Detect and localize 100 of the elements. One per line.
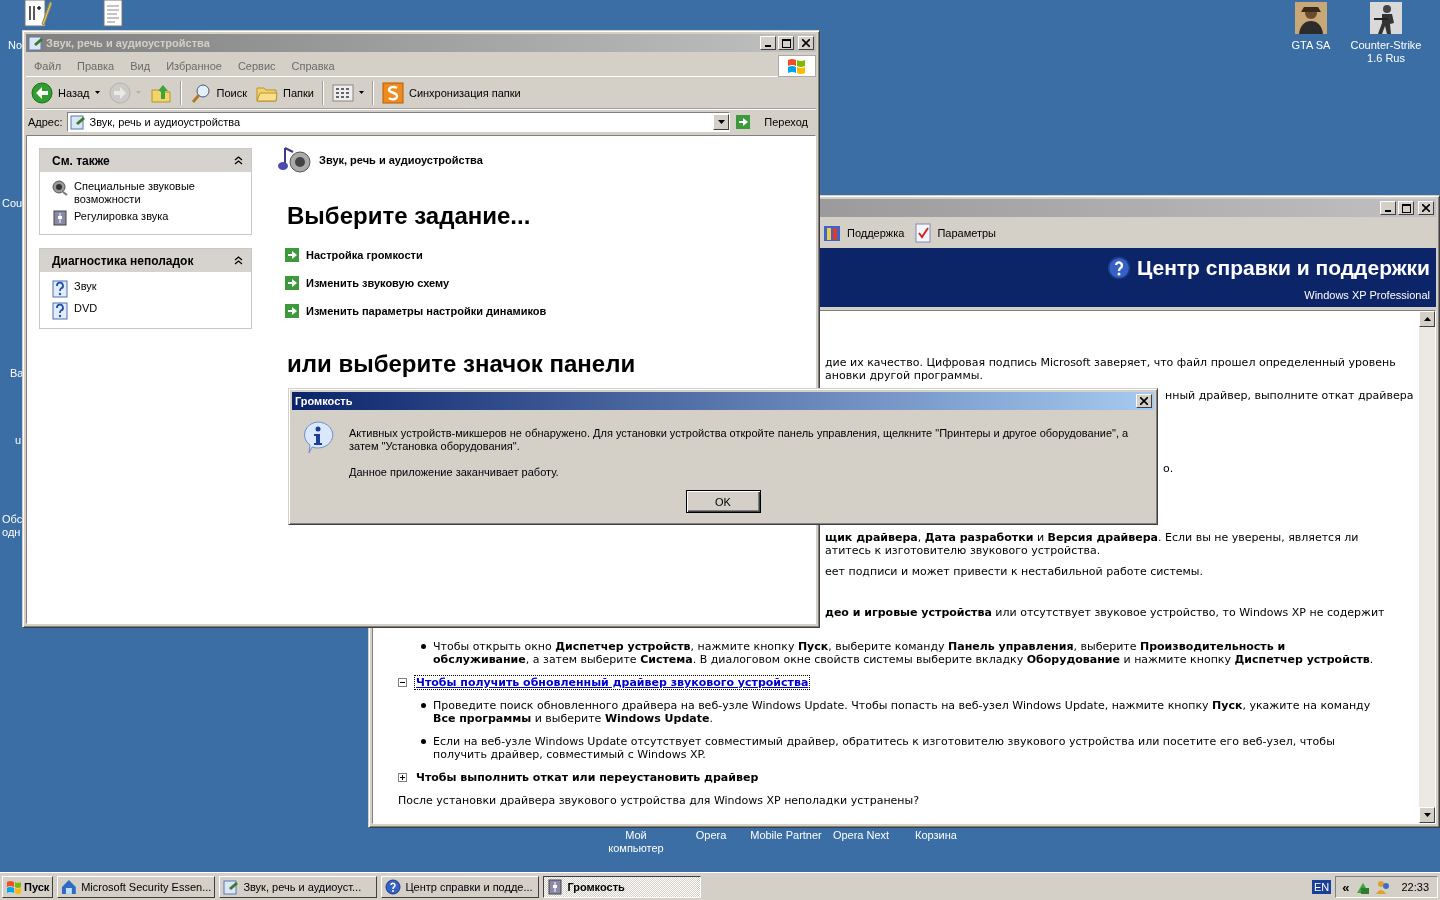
help-text: део и игровые устройства или отсутствует звуковое устройство, то Windows XP не содержит <box>825 606 1386 619</box>
dialog-message: Активных устройств-микшеров не обнаружено. Для установки устройства откройте панель управления, щелкните "Принтеры и другое оборудование", а затем "Установка оборудования". <box>349 427 1130 453</box>
document-pen-icon <box>223 879 240 895</box>
dialog-title: Громкость <box>294 395 354 407</box>
icon-label: компьютер <box>608 842 664 855</box>
panel-title: См. также <box>52 153 110 168</box>
panel-link[interactable]: Специальные звуковые возможности <box>52 180 243 206</box>
task-link[interactable]: Настройка громкости <box>285 248 815 262</box>
menu-item[interactable]: Правка <box>69 59 123 72</box>
icon-label: Opera <box>695 829 727 842</box>
icon-label: Opera Next <box>832 829 890 842</box>
close-button[interactable] <box>1418 201 1434 215</box>
volume-icon <box>547 879 564 895</box>
address-field[interactable]: Звук, речь и аудиоустройства <box>66 112 731 132</box>
document-icon <box>102 0 124 28</box>
panel-link[interactable]: DVD <box>52 302 243 320</box>
help-icon <box>1106 256 1131 280</box>
help-text: о. <box>1163 462 1175 475</box>
icon-label: GTA SA <box>1291 39 1331 52</box>
help-text: нный драйвер, выполните откат драйвера <box>1165 389 1415 402</box>
icon-label: Обс <box>2 513 23 526</box>
close-button[interactable] <box>798 36 814 50</box>
support-button[interactable]: Поддержка <box>822 222 905 243</box>
taskbar-button[interactable]: Громкость <box>543 876 702 898</box>
scroll-down-button[interactable] <box>1419 807 1435 823</box>
address-label: Адрес: <box>28 116 63 128</box>
collapse-icon[interactable] <box>234 256 243 265</box>
collapse-icon[interactable] <box>234 156 243 165</box>
minimize-button[interactable] <box>760 36 776 50</box>
arrow-icon <box>285 304 299 318</box>
back-button[interactable]: Назад <box>28 78 103 107</box>
maximize-button[interactable] <box>1398 201 1414 215</box>
dropdown-button[interactable] <box>713 114 730 130</box>
help-document-icon <box>52 302 68 320</box>
help-text: ановки другой программы. <box>825 369 984 382</box>
banner-subtitle: Windows XP Professional <box>1304 289 1430 301</box>
caret-icon <box>135 91 141 94</box>
tray-expand-button[interactable]: « <box>1340 879 1352 895</box>
panel-link[interactable]: Регулировка звука <box>52 210 243 226</box>
taskbar-button[interactable]: Звук, речь и аудиоуст... <box>219 876 378 898</box>
task-link[interactable]: Изменить параметры настройки динамиков <box>285 304 815 318</box>
close-button[interactable] <box>1136 394 1152 408</box>
expand-icon[interactable] <box>398 773 407 782</box>
section-link[interactable]: Чтобы получить обновленный драйвер звукового устройства <box>415 676 810 689</box>
help-text: еет подписи и может привести к нестабильной работе системы. <box>825 565 1205 578</box>
people-icon[interactable] <box>1375 879 1392 895</box>
maximize-button[interactable] <box>778 36 794 50</box>
icon-label: Counter-Strike <box>1350 39 1422 52</box>
go-button[interactable]: Переход <box>734 111 814 133</box>
section-link[interactable]: Чтобы выполнить откат или переустановить драйвер <box>415 771 760 784</box>
ok-button[interactable]: OK <box>685 490 761 513</box>
language-indicator[interactable]: EN <box>1311 880 1332 894</box>
taskbar-button[interactable]: Microsoft Security Essen... <box>57 876 216 898</box>
scrollbar[interactable] <box>1419 311 1435 823</box>
scroll-up-button[interactable] <box>1419 311 1435 327</box>
section-heading: или выберите значок панели <box>287 350 637 378</box>
icon-label: Mobile Partner <box>750 829 822 842</box>
taskbar-button[interactable]: Центр справки и подде... <box>381 876 540 898</box>
icon-label: Cou <box>2 197 23 210</box>
volume-icon <box>52 210 68 226</box>
up-arrow-icon <box>1423 317 1431 321</box>
info-icon <box>301 420 335 454</box>
caret-icon <box>358 91 364 94</box>
help-text: щик драйвера, Дата разработки и Версия драйвера. Если вы не уверены, является ли <box>825 531 1360 544</box>
help-text: дие их качество. Цифровая подпись Microsoft заверяет, что файл прошел определенный уровень <box>825 356 1397 369</box>
task-link[interactable]: Изменить звуковую схему <box>285 276 815 290</box>
icon-label: u <box>15 434 22 447</box>
views-icon <box>331 83 354 102</box>
windows-logo <box>787 56 807 75</box>
minimize-button[interactable] <box>1380 201 1396 215</box>
sync-button[interactable]: Синхронизация папки <box>378 78 524 107</box>
document-pen-icon <box>28 35 44 51</box>
menu-item[interactable]: Справка <box>283 59 343 72</box>
close-icon <box>802 39 810 47</box>
speaker-icon <box>52 180 68 196</box>
checklist-icon <box>914 221 933 244</box>
help-icon <box>385 879 402 895</box>
menu-item[interactable]: Вид <box>122 59 159 72</box>
help-text: После установки драйвера звукового устройства для Windows XP неполадки устранены? <box>398 794 921 807</box>
menu-item[interactable]: Файл <box>26 59 70 72</box>
search-button[interactable]: Поиск <box>186 78 250 107</box>
arrow-icon <box>736 115 751 129</box>
start-button[interactable]: Пуск <box>2 876 54 898</box>
panel-link[interactable]: Звук <box>52 280 243 298</box>
menu-item[interactable]: Избранное <box>158 59 230 72</box>
music-speaker-icon <box>277 144 311 176</box>
collapse-icon[interactable] <box>398 678 407 687</box>
icon-label: 1.6 Rus <box>1366 52 1406 65</box>
menu-item[interactable]: Сервис <box>229 59 284 72</box>
house-icon <box>61 879 78 895</box>
sync-icon <box>381 81 404 104</box>
banner-title: Центр справки и поддержки <box>1136 256 1430 280</box>
window-title: Звук, речь и аудиоустройства <box>46 37 211 49</box>
figure-icon <box>1295 2 1327 34</box>
clock: 22:33 <box>1401 881 1429 893</box>
options-button[interactable]: Параметры <box>914 221 997 244</box>
soldier-icon <box>1370 2 1402 34</box>
down-arrow-icon <box>1423 813 1431 817</box>
folders-button[interactable]: Папки <box>253 78 317 107</box>
caret-icon <box>717 120 725 124</box>
